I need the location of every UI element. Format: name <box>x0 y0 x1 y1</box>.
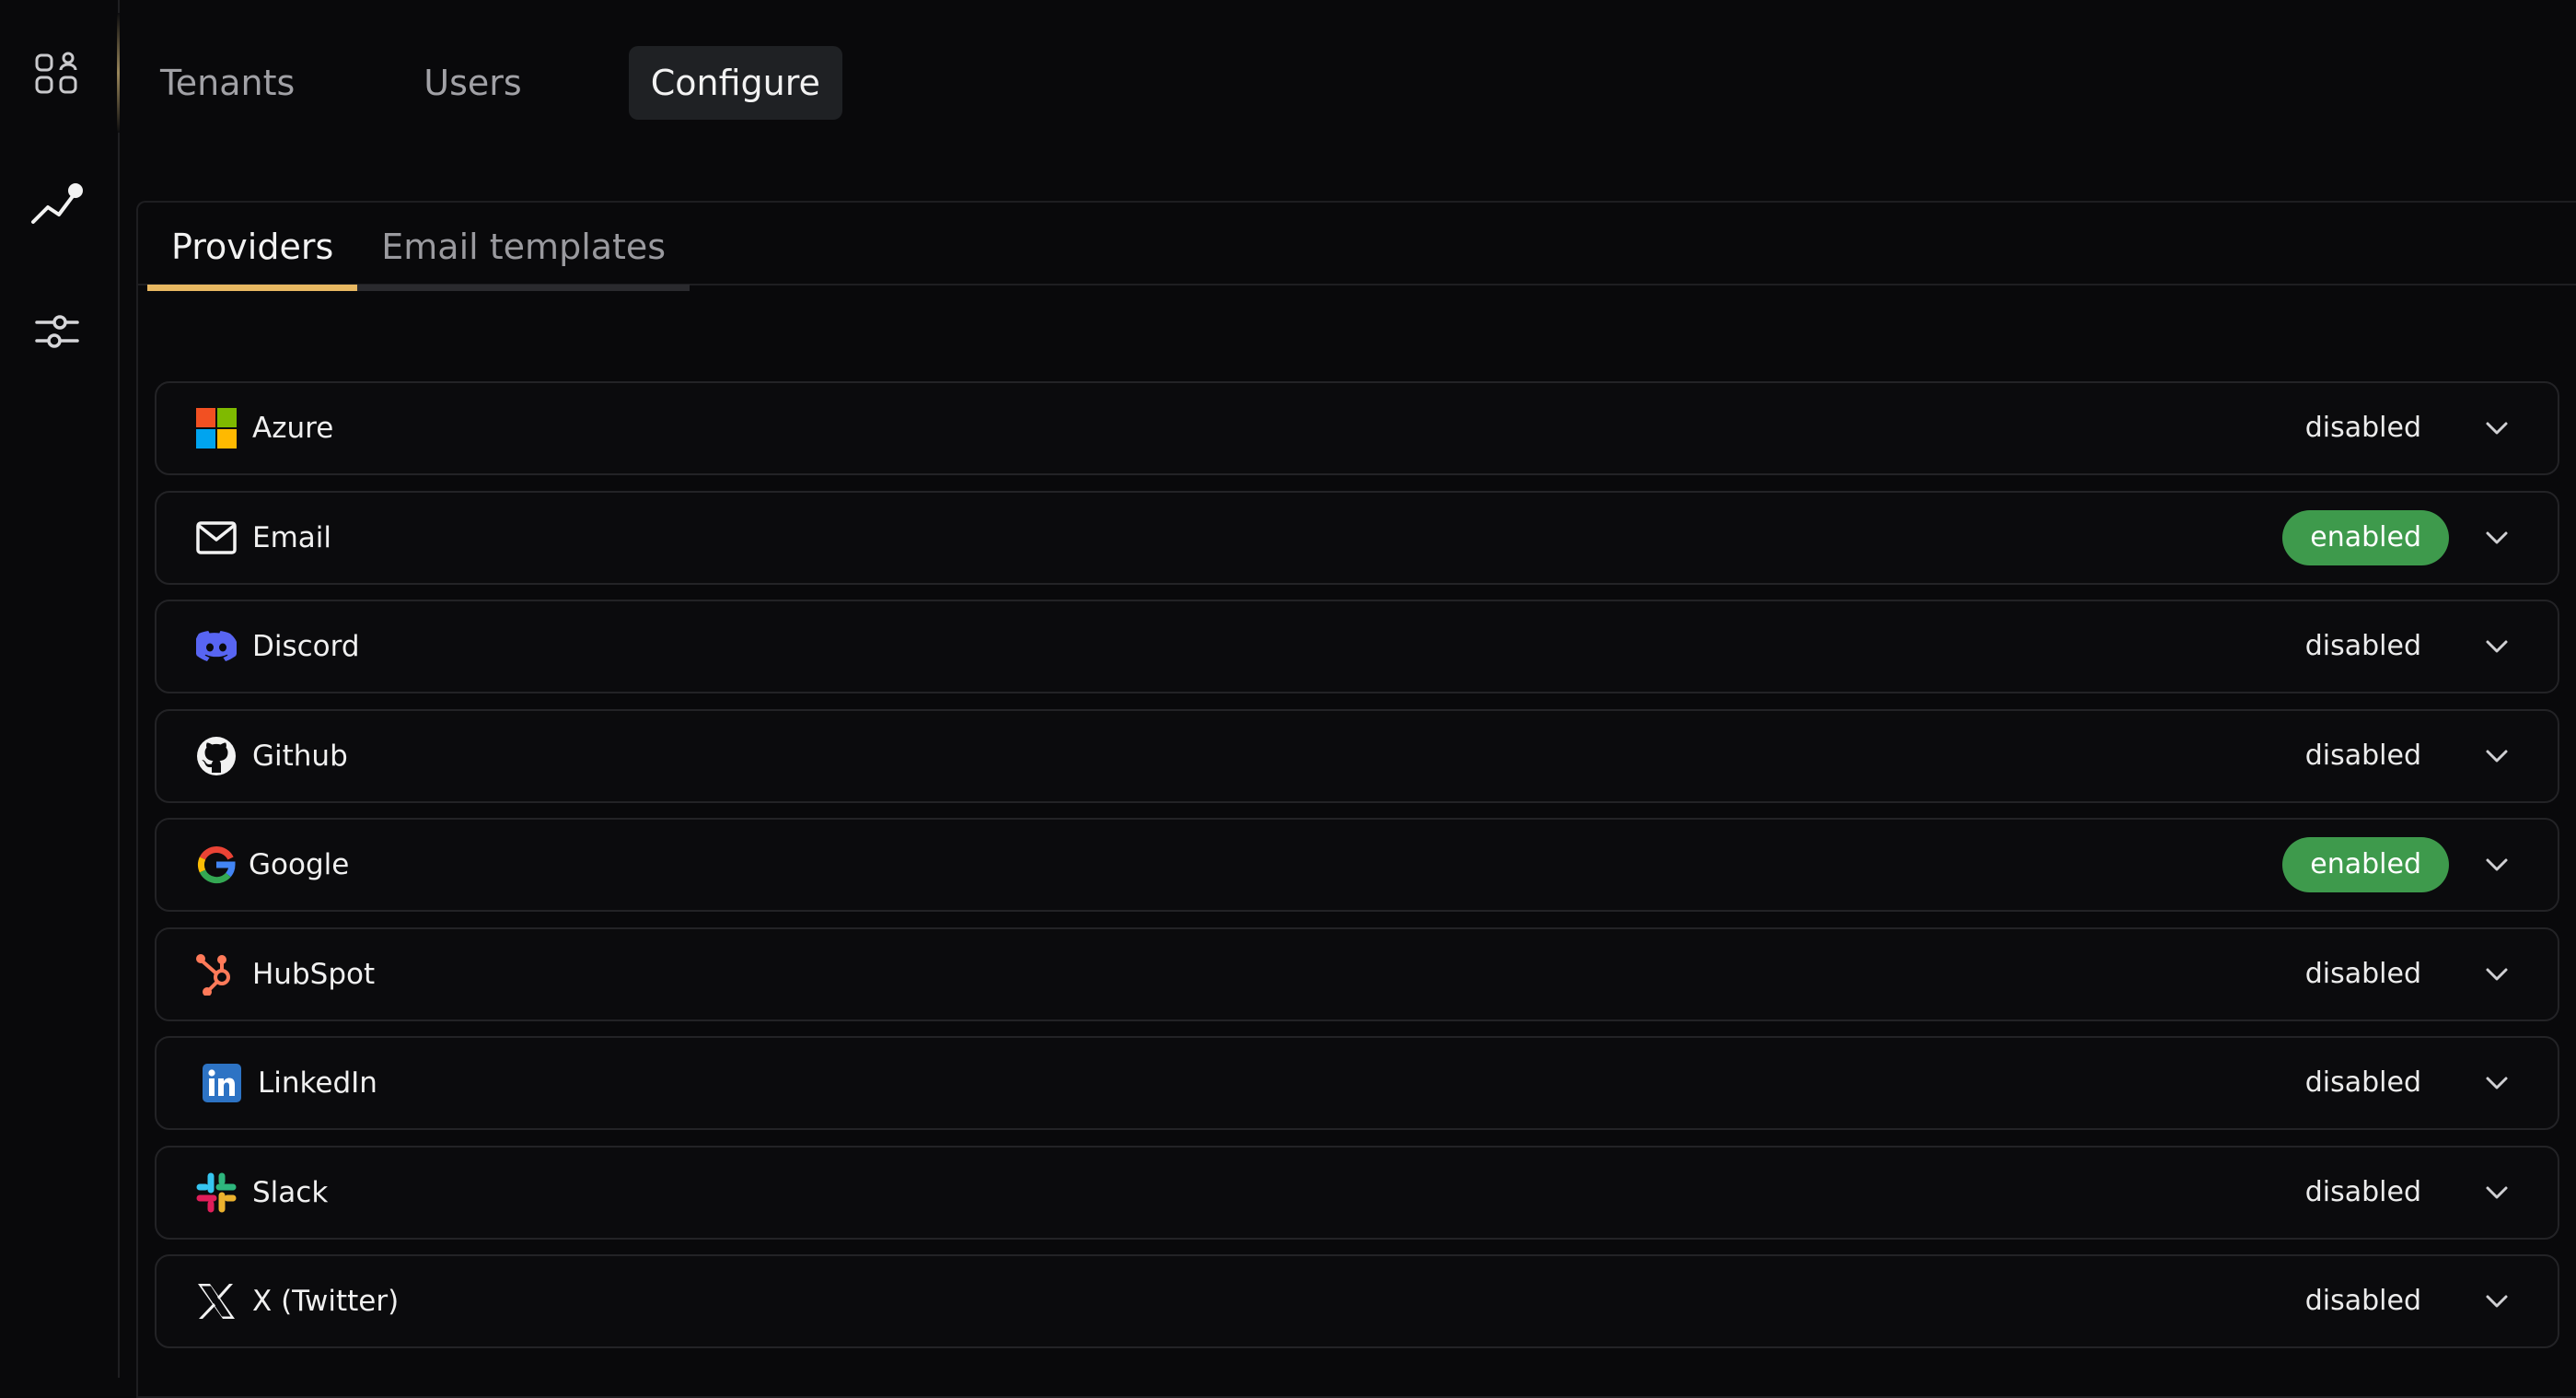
provider-name: Google <box>249 848 350 881</box>
provider-row-linkedin[interactable]: LinkedIn disabled <box>155 1036 2559 1130</box>
subtabs: Providers Email templates <box>147 203 690 291</box>
status-badge: enabled <box>2282 509 2449 565</box>
analytics-icon <box>31 183 83 224</box>
chevron-down-icon <box>2486 1186 2508 1198</box>
rail-item-configure[interactable] <box>18 293 96 370</box>
status-badge: disabled <box>2304 1285 2421 1317</box>
chevron-down-icon <box>2486 1295 2508 1308</box>
tab-users[interactable]: Users <box>401 46 543 120</box>
chevron-down-icon <box>2486 531 2508 543</box>
provider-name: Email <box>252 520 332 554</box>
rail-active-indicator <box>117 13 120 133</box>
provider-name: HubSpot <box>252 957 376 991</box>
chevron-down-icon <box>2486 750 2508 762</box>
provider-row-x-twitter[interactable]: X (Twitter) disabled <box>155 1254 2559 1348</box>
provider-name: Azure <box>252 412 334 445</box>
provider-row-discord[interactable]: Discord disabled <box>155 600 2559 693</box>
expand-button[interactable] <box>2469 510 2524 565</box>
expand-button[interactable] <box>2469 728 2524 784</box>
expand-button[interactable] <box>2469 1274 2524 1329</box>
provider-name: X (Twitter) <box>252 1285 400 1318</box>
provider-row-email[interactable]: Email enabled <box>155 490 2559 585</box>
apps-users-icon <box>35 52 77 94</box>
status-badge: disabled <box>2304 1175 2421 1208</box>
provider-name: Github <box>252 739 348 773</box>
expand-button[interactable] <box>2469 1055 2524 1111</box>
status-badge: disabled <box>2304 1066 2421 1099</box>
github-icon <box>195 735 238 777</box>
provider-row-slack[interactable]: Slack disabled <box>155 1145 2559 1240</box>
google-icon <box>195 844 238 886</box>
expand-button[interactable] <box>2469 837 2524 892</box>
azure-icon <box>195 407 238 449</box>
chevron-down-icon <box>2486 858 2508 871</box>
tab-configure[interactable]: Configure <box>628 46 842 120</box>
chevron-down-icon <box>2486 640 2508 653</box>
provider-row-hubspot[interactable]: HubSpot disabled <box>155 926 2559 1021</box>
configure-panel: Providers Email templates Azure disabled <box>136 201 2576 1398</box>
top-navigation: Tenants Users Configure <box>138 46 842 120</box>
chevron-down-icon <box>2486 968 2508 980</box>
expand-button[interactable] <box>2469 401 2524 456</box>
expand-button[interactable] <box>2469 947 2524 1002</box>
status-badge: disabled <box>2304 739 2421 772</box>
provider-name: Discord <box>252 630 360 663</box>
discord-icon <box>195 625 238 668</box>
provider-row-google[interactable]: Google enabled <box>155 818 2559 912</box>
tab-providers[interactable]: Providers <box>147 203 358 291</box>
x-twitter-icon <box>195 1280 238 1322</box>
provider-row-azure[interactable]: Azure disabled <box>155 381 2559 475</box>
sliders-icon <box>35 315 79 348</box>
side-rail <box>0 0 120 1378</box>
rail-item-analytics[interactable] <box>18 166 96 243</box>
status-badge: disabled <box>2304 957 2421 990</box>
expand-button[interactable] <box>2469 1165 2524 1220</box>
linkedin-icon <box>201 1062 243 1104</box>
hubspot-icon <box>195 953 238 996</box>
status-badge: disabled <box>2304 412 2421 444</box>
status-badge: enabled <box>2282 837 2449 892</box>
tab-email-templates[interactable]: Email templates <box>357 203 690 291</box>
providers-list: Azure disabled Email enabled Discord dis… <box>155 381 2559 1364</box>
expand-button[interactable] <box>2469 619 2524 674</box>
tab-tenants[interactable]: Tenants <box>138 46 317 120</box>
chevron-down-icon <box>2486 1077 2508 1089</box>
rail-item-tenants[interactable] <box>18 35 96 112</box>
provider-name: LinkedIn <box>258 1066 377 1100</box>
provider-name: Slack <box>252 1175 329 1209</box>
chevron-down-icon <box>2486 422 2508 435</box>
slack-icon <box>195 1171 238 1214</box>
email-icon <box>195 517 238 559</box>
provider-row-github[interactable]: Github disabled <box>155 708 2559 803</box>
status-badge: disabled <box>2304 630 2421 662</box>
